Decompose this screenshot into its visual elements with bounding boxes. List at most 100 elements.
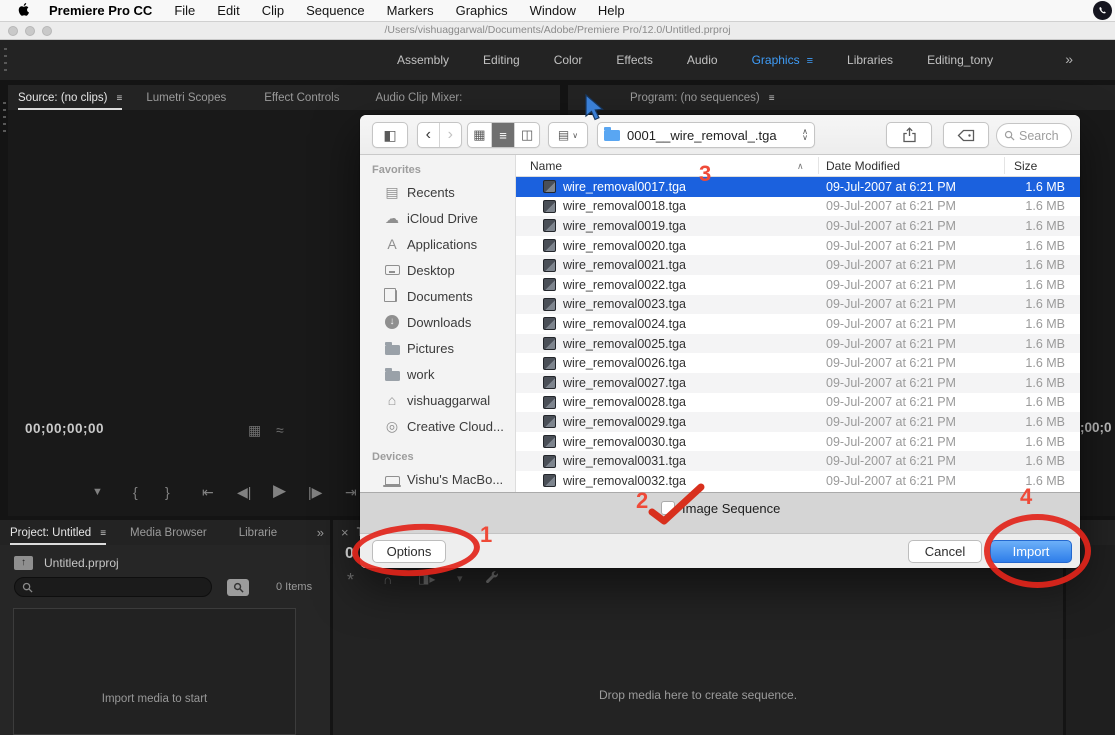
workspace-overflow-chevron-icon[interactable]: » [1065, 51, 1073, 67]
column-header-date[interactable]: Date Modified [826, 159, 900, 173]
sidebar-item-applications[interactable]: A Applications [360, 231, 515, 257]
project-search-input[interactable] [14, 577, 212, 597]
mark-out-icon[interactable]: } [165, 484, 170, 500]
file-row[interactable]: wire_removal0019.tga 09-Jul-2007 at 6:21 … [516, 216, 1080, 236]
step-forward-icon[interactable]: |▶ [308, 484, 322, 501]
tab-project[interactable]: Project: Untitled ≡ [10, 527, 107, 545]
sidebar-toggle-button[interactable]: ◧ [372, 122, 408, 148]
menu-item-file[interactable]: File [163, 3, 206, 18]
linked-selection-icon[interactable]: ◨▸ [418, 572, 435, 586]
workspace-tab-editing-tony[interactable]: Editing_tony [910, 53, 1010, 67]
sidebar-item-desktop[interactable]: Desktop [360, 257, 515, 283]
menu-item-window[interactable]: Window [519, 3, 587, 18]
file-row[interactable]: wire_removal0024.tga 09-Jul-2007 at 6:21 … [516, 314, 1080, 334]
tab-effect-controls[interactable]: Effect Controls [264, 92, 339, 104]
file-row[interactable]: wire_removal0018.tga 09-Jul-2007 at 6:21 … [516, 197, 1080, 217]
cancel-button[interactable]: Cancel [908, 540, 982, 563]
sidebar-item-creative-cloud[interactable]: ◎ Creative Cloud... [360, 413, 515, 439]
file-row[interactable]: wire_removal0017.tga 09-Jul-2007 at 6:21 … [516, 177, 1080, 197]
drag-video-icon[interactable]: ▦ [248, 422, 261, 439]
current-folder-dropdown[interactable]: 0001__wire_removal_.tga ∧ ∨ [597, 122, 815, 148]
file-row[interactable]: wire_removal0031.tga 09-Jul-2007 at 6:21 … [516, 451, 1080, 471]
menu-item-markers[interactable]: Markers [376, 3, 445, 18]
image-sequence-checkbox[interactable] [661, 501, 675, 515]
workspace-tab-color[interactable]: Color [537, 53, 600, 67]
play-icon[interactable]: ▶ [273, 481, 286, 501]
file-row[interactable]: wire_removal0020.tga 09-Jul-2007 at 6:21 … [516, 236, 1080, 256]
sidebar-item-vishu-s-macbo[interactable]: Vishu's MacBo... [360, 466, 515, 492]
find-in-project-button[interactable] [227, 579, 249, 596]
snap-icon[interactable]: * [347, 570, 354, 591]
tab-source[interactable]: Source: (no clips) ≡ [18, 92, 123, 110]
add-marker-icon[interactable]: ▾ [457, 572, 463, 585]
panel-menu-icon[interactable]: ≡ [769, 93, 775, 104]
file-row[interactable]: wire_removal0027.tga 09-Jul-2007 at 6:21 … [516, 372, 1080, 393]
project-file-name[interactable]: Untitled.prproj [44, 556, 119, 570]
sidebar-item-downloads[interactable]: ↓ Downloads [360, 309, 515, 335]
project-writable-icon[interactable]: ↑ [14, 556, 33, 570]
menu-item-help[interactable]: Help [587, 3, 636, 18]
file-row[interactable]: wire_removal0025.tga 09-Jul-2007 at 6:21 … [516, 333, 1080, 354]
go-to-in-icon[interactable]: ⇤ [202, 484, 214, 501]
panel-menu-icon[interactable]: ≡ [807, 55, 813, 67]
group-by-button[interactable]: ▤ ∨ [548, 122, 588, 148]
panel-menu-icon[interactable]: ≡ [116, 93, 122, 104]
menu-item-sequence[interactable]: Sequence [295, 3, 376, 18]
menu-item-edit[interactable]: Edit [206, 3, 250, 18]
sidebar-item-work[interactable]: work [360, 361, 515, 387]
file-row[interactable]: wire_removal0021.tga 09-Jul-2007 at 6:21 … [516, 255, 1080, 275]
sidebar-item-recents[interactable]: ▤ Recents [360, 179, 515, 205]
sidebar-item-documents[interactable]: Documents [360, 283, 515, 309]
import-button[interactable]: Import [990, 540, 1072, 563]
sidebar-item-vishuaggarwal[interactable]: ⌂ vishuaggarwal [360, 387, 515, 413]
close-panel-icon[interactable]: × [341, 525, 349, 540]
column-view-button[interactable]: ◫ [515, 123, 539, 147]
column-header-name[interactable]: Name [530, 159, 562, 173]
tab-lumetri-scopes[interactable]: Lumetri Scopes [146, 92, 226, 104]
project-empty-area[interactable]: Import media to start [13, 608, 296, 735]
project-overflow-chevron-icon[interactable]: » [317, 525, 324, 540]
tab-program[interactable]: Program: (no sequences) ≡ [630, 92, 775, 104]
magnet-icon[interactable]: ∩ [383, 572, 392, 587]
go-to-out-icon[interactable]: ⇥ [345, 484, 357, 501]
timeline-settings-wrench-icon[interactable] [485, 571, 499, 590]
options-button[interactable]: Options [372, 540, 446, 563]
add-marker-icon[interactable]: ▼ [92, 486, 103, 498]
workspace-tab-graphics[interactable]: Graphics ≡ [735, 53, 830, 67]
forward-button[interactable]: › [440, 123, 461, 147]
app-name[interactable]: Premiere Pro CC [38, 3, 163, 18]
file-row[interactable]: wire_removal0026.tga 09-Jul-2007 at 6:21 … [516, 353, 1080, 373]
sidebar-item-pictures[interactable]: Pictures [360, 335, 515, 361]
drag-audio-icon[interactable]: ≈ [276, 422, 284, 438]
file-row[interactable]: wire_removal0022.tga 09-Jul-2007 at 6:21 … [516, 275, 1080, 295]
panel-menu-icon[interactable]: ≡ [100, 528, 106, 539]
file-row[interactable]: wire_removal0023.tga 09-Jul-2007 at 6:21 … [516, 294, 1080, 315]
file-row[interactable]: wire_removal0028.tga 09-Jul-2007 at 6:21 … [516, 393, 1080, 413]
tab-media-browser[interactable]: Media Browser [130, 527, 207, 539]
tab-libraries[interactable]: Librarie [239, 527, 277, 539]
file-row[interactable]: wire_removal0030.tga 09-Jul-2007 at 6:21 … [516, 432, 1080, 452]
menu-item-clip[interactable]: Clip [251, 3, 295, 18]
column-header-size[interactable]: Size [1014, 159, 1037, 173]
file-row[interactable]: wire_removal0032.tga 09-Jul-2007 at 6:21 … [516, 471, 1080, 491]
back-button[interactable]: ‹ [418, 123, 440, 147]
workspace-tab-assembly[interactable]: Assembly [380, 53, 466, 67]
share-button[interactable] [886, 122, 932, 148]
apple-icon[interactable] [18, 2, 32, 19]
file-row[interactable]: wire_removal0029.tga 09-Jul-2007 at 6:21 … [516, 412, 1080, 432]
sidebar-item-icloud-drive[interactable]: ☁ iCloud Drive [360, 205, 515, 231]
menu-item-graphics[interactable]: Graphics [445, 3, 519, 18]
step-back-icon[interactable]: ◀| [237, 484, 251, 501]
list-view-button[interactable]: ≡ [491, 123, 516, 147]
workspace-tab-libraries[interactable]: Libraries [830, 53, 910, 67]
workspace-tab-effects[interactable]: Effects [599, 53, 669, 67]
mark-in-icon[interactable]: { [133, 484, 138, 500]
dialog-search-field[interactable]: Search [996, 123, 1072, 148]
workspace-tab-audio[interactable]: Audio [670, 53, 735, 67]
workspace-tab-editing[interactable]: Editing [466, 53, 537, 67]
icon-view-button[interactable]: ▦ [468, 123, 492, 147]
tags-button[interactable] [943, 122, 989, 148]
sort-ascending-icon[interactable]: ∧ [797, 161, 804, 172]
tab-audio-clip-mixer[interactable]: Audio Clip Mixer: [375, 92, 462, 104]
phone-status-icon[interactable] [1093, 1, 1112, 20]
